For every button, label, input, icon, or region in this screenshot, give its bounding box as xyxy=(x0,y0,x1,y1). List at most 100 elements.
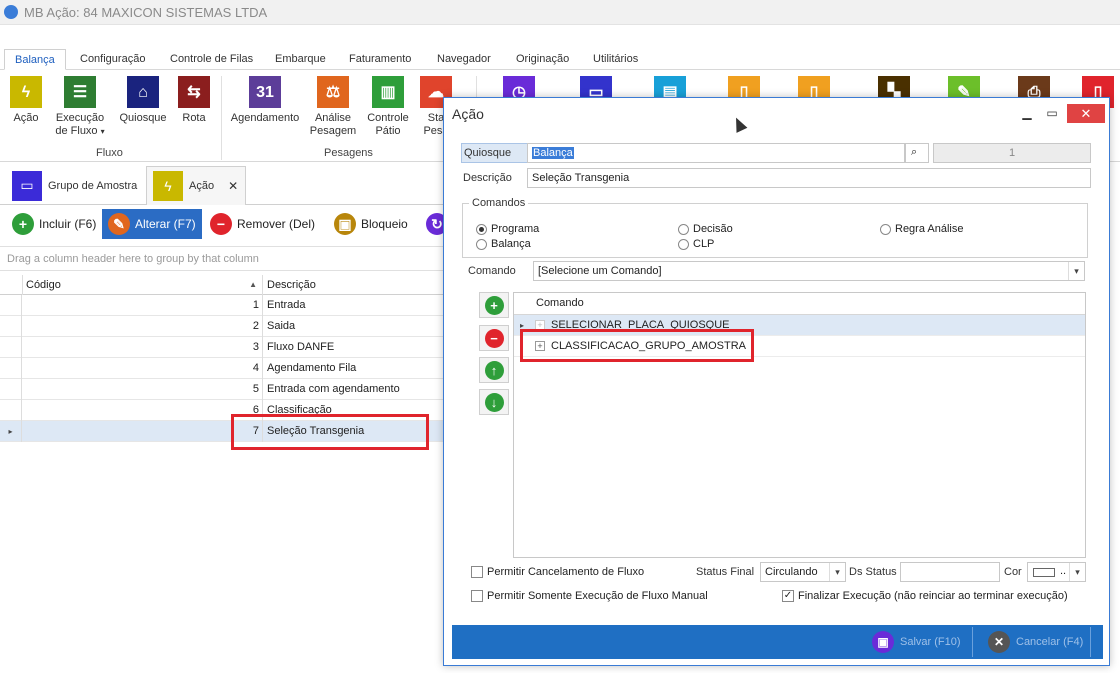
table-row[interactable]: 5 Entrada com agendamento xyxy=(0,379,445,400)
signpost-icon: ⇆ xyxy=(178,76,210,108)
cancelar-button[interactable]: ✕ Cancelar (F4) xyxy=(988,627,1083,657)
dialog-title: Ação xyxy=(452,106,484,122)
ribbon-quiosque-button[interactable]: ⌂ Quiosque xyxy=(118,76,168,125)
group-pesagens-label: Pesagens xyxy=(324,147,373,159)
table-row[interactable]: 2 Saida xyxy=(0,316,445,337)
permitir-somente-manual-checkbox[interactable]: Permitir Somente Execução de Fluxo Manua… xyxy=(471,590,708,602)
window-icon: ▭ xyxy=(12,170,42,201)
ribbon-controle-button[interactable]: ▥ Controle Pátio xyxy=(364,76,412,138)
acao-dialog: Ação ▁ ▭ ✕ Quiosque Balança ⌕ 1 Descriçã… xyxy=(443,97,1110,666)
ribbon-execucao-button[interactable]: ☰ Execução de Fluxo ▾ xyxy=(50,76,110,138)
radio-decisao[interactable]: Decisão xyxy=(678,223,733,235)
calendar-icon: 31 xyxy=(249,76,281,108)
column-header-descricao[interactable]: Descrição xyxy=(264,275,445,295)
remover-button[interactable]: − Remover (Del) xyxy=(204,209,321,239)
radio-clp-label: CLP xyxy=(693,238,715,250)
ribbon-analise-label1: Análise xyxy=(314,112,352,124)
cor-label: Cor xyxy=(1004,566,1022,578)
doc-tab-acao[interactable]: ϟ Ação ✕ xyxy=(146,166,246,205)
footer-separator xyxy=(1090,627,1091,657)
column-header-codigo[interactable]: Código ▲ xyxy=(22,275,263,295)
remove-command-button[interactable]: − xyxy=(479,325,509,351)
quiosque-input[interactable]: Balança xyxy=(527,143,905,163)
radio-icon xyxy=(880,223,891,235)
ribbon-rota-button[interactable]: ⇆ Rota xyxy=(176,76,212,125)
close-tab-icon[interactable]: ✕ xyxy=(228,179,238,193)
doc-tab-grupo-label: Grupo de Amostra xyxy=(48,179,138,192)
cell-codigo: 2 xyxy=(22,316,263,337)
radio-icon xyxy=(678,223,689,235)
tab-navegador[interactable]: Navegador xyxy=(427,49,501,70)
cell-codigo: 7 xyxy=(22,421,263,442)
maximize-icon[interactable]: ▭ xyxy=(1041,104,1063,122)
radio-selected-icon xyxy=(476,223,487,235)
tab-configuracao[interactable]: Configuração xyxy=(70,49,155,70)
row-pointer-icon: ▸ xyxy=(0,421,22,442)
window-title: MB Ação: 84 MAXICON SISTEMAS LTDA xyxy=(24,5,268,20)
alterar-button[interactable]: ✎ Alterar (F7) xyxy=(102,209,202,239)
radio-regra-analise[interactable]: Regra Análise xyxy=(880,223,964,235)
tree-header-comando[interactable]: Comando xyxy=(514,293,1085,315)
ribbon-agendamento-label: Agendamento xyxy=(230,112,300,124)
list-icon: ☰ xyxy=(64,76,96,108)
ribbon-controle-label2: Pátio xyxy=(375,125,401,137)
tab-embarque[interactable]: Embarque xyxy=(265,49,336,70)
move-up-button[interactable]: ↑ xyxy=(479,357,509,383)
add-command-button[interactable]: + xyxy=(479,292,509,318)
doc-tab-grupo-amostra[interactable]: ▭ Grupo de Amostra xyxy=(6,166,143,205)
comandos-group-title: Comandos xyxy=(469,197,529,209)
checkmark-icon: ✓ xyxy=(782,590,794,602)
ds-status-input[interactable] xyxy=(900,562,1000,582)
radio-programa[interactable]: Programa xyxy=(476,223,539,235)
lightning-icon: ϟ xyxy=(153,171,183,201)
group-by-panel[interactable]: Drag a column header here to group by th… xyxy=(0,246,445,271)
minimize-icon[interactable]: ▁ xyxy=(1016,104,1038,122)
salvar-button[interactable]: ▣ Salvar (F10) xyxy=(872,627,961,657)
ribbon-analise-label2: Pesagem xyxy=(309,125,357,137)
cancelar-label: Cancelar (F4) xyxy=(1016,636,1084,648)
ribbon-agendamento-button[interactable]: 31 Agendamento xyxy=(228,76,302,125)
sort-asc-icon: ▲ xyxy=(249,280,257,289)
chevron-down-icon: ▾ xyxy=(1069,563,1085,581)
incluir-button[interactable]: + Incluir (F6) xyxy=(6,209,102,239)
bloqueio-button[interactable]: ▣ Bloqueio xyxy=(328,209,414,239)
quiosque-value: Balança xyxy=(532,147,574,159)
highlight-box xyxy=(231,414,429,450)
radio-clp[interactable]: CLP xyxy=(678,238,714,250)
color-picker[interactable]: .. ▾ xyxy=(1027,562,1086,582)
ribbon-analise-button[interactable]: ⚖ Análise Pesagem xyxy=(308,76,358,138)
quiosque-code-field: 1 xyxy=(933,143,1091,163)
ribbon-tabs: Balança Configuração Controle de Filas E… xyxy=(0,49,1120,70)
table-row[interactable]: 1 Entrada xyxy=(0,295,445,316)
table-row[interactable]: 3 Fluxo DANFE xyxy=(0,337,445,358)
checkbox-icon xyxy=(471,590,483,602)
status-final-select[interactable]: Circulando ▾ xyxy=(760,562,846,582)
gavel-icon: ⚖ xyxy=(317,76,349,108)
minus-icon: − xyxy=(484,328,504,348)
plus-icon: + xyxy=(484,295,504,315)
tab-originacao[interactable]: Originação xyxy=(506,49,579,70)
comando-label: Comando xyxy=(468,265,516,277)
table-row[interactable]: 4 Agendamento Fila xyxy=(0,358,445,379)
tab-balanca[interactable]: Balança xyxy=(4,49,66,70)
app-icon xyxy=(4,5,18,19)
radio-regra-label: Regra Análise xyxy=(895,223,964,235)
tab-faturamento[interactable]: Faturamento xyxy=(339,49,421,70)
radio-balanca[interactable]: Balança xyxy=(476,238,531,250)
chevron-down-icon: ▾ xyxy=(829,563,845,581)
row-indicator xyxy=(0,295,22,316)
finalizar-execucao-checkbox[interactable]: ✓ Finalizar Execução (não reinciar ao ter… xyxy=(782,590,1068,602)
cell-descricao: Fluxo DANFE xyxy=(267,341,335,353)
descricao-input[interactable]: Seleção Transgenia xyxy=(527,168,1091,188)
tab-utilitarios[interactable]: Utilitários xyxy=(583,49,648,70)
quiosque-search-button[interactable]: ⌕ xyxy=(905,143,929,163)
close-icon[interactable]: ✕ xyxy=(1067,104,1105,123)
move-down-button[interactable]: ↓ xyxy=(479,389,509,415)
cell-codigo: 4 xyxy=(22,358,263,379)
ribbon-acao-button[interactable]: ϟ Ação xyxy=(8,76,44,125)
ribbon-rota-label: Rota xyxy=(182,112,206,124)
permitir-cancelamento-checkbox[interactable]: Permitir Cancelamento de Fluxo xyxy=(471,566,644,578)
row-indicator xyxy=(0,337,22,358)
comando-select[interactable]: [Selecione um Comando] ▾ xyxy=(533,261,1085,281)
tab-controle-filas[interactable]: Controle de Filas xyxy=(160,49,263,70)
